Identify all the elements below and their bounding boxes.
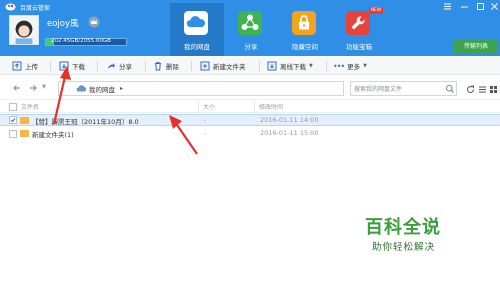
tab-label: 分享	[244, 43, 258, 51]
share-toolbar-icon	[108, 63, 115, 69]
more-label: 更多	[347, 63, 361, 71]
row-checkbox[interactable]	[9, 130, 17, 138]
maximize-icon[interactable]	[476, 2, 485, 11]
select-all-checkbox[interactable]	[9, 103, 17, 111]
table-row[interactable]: 新建文件夹(1) - 2016-01-11 15:00	[0, 128, 500, 140]
checkmark-icon	[10, 118, 16, 123]
file-name[interactable]: 新建文件夹(1)	[32, 129, 74, 139]
more-button[interactable]: ••• 更多 ▼	[333, 60, 367, 72]
offline-download-label: 离线下载	[280, 63, 306, 71]
cloud-icon	[184, 11, 208, 35]
column-header-size[interactable]: 大小	[203, 102, 215, 111]
annotation-arrow-file	[169, 115, 198, 155]
lock-icon	[292, 11, 316, 35]
more-dots-icon: •••	[333, 61, 345, 71]
offline-download-button[interactable]: 离线下载 ▼	[267, 60, 313, 72]
offline-download-icon	[267, 61, 277, 71]
folder-icon	[20, 130, 29, 137]
new-folder-label: 新建文件夹	[213, 63, 246, 71]
upload-label: 上传	[25, 63, 38, 71]
tab-my-disk[interactable]: 我的网盘	[170, 3, 224, 56]
baidu-cloud-logo-icon	[5, 3, 16, 11]
new-badge: NEW	[369, 7, 383, 14]
tab-hidden-space[interactable]: 隐藏空间	[278, 3, 332, 56]
column-header-modified[interactable]: 修改时间	[259, 102, 283, 111]
forward-arrow-icon[interactable]	[28, 83, 38, 93]
tab-label: 我的网盘	[184, 43, 210, 51]
chevron-down-icon: ▼	[363, 63, 368, 69]
delete-label: 删除	[166, 63, 179, 71]
tab-label: 隐藏空间	[292, 43, 318, 51]
share-icon	[238, 11, 262, 35]
avatar[interactable]	[9, 15, 39, 45]
toolbar-divider	[191, 61, 192, 71]
close-icon[interactable]	[490, 2, 499, 11]
watermark-logo-icon	[355, 214, 365, 224]
upload-icon	[12, 61, 22, 71]
file-modified: 2016-01-11 15:00	[260, 129, 319, 137]
refresh-icon[interactable]	[466, 85, 475, 94]
vip-crown-icon[interactable]	[88, 16, 100, 28]
breadcrumb[interactable]: 我的网盘 ▸	[58, 81, 344, 96]
annotation-arrow-download	[52, 66, 71, 125]
upload-button[interactable]: 上传	[12, 60, 38, 72]
app-window: 百度云管家 eojoy風 202.45GB/2055.00GB 我的网盘 分享 …	[0, 0, 500, 285]
tab-toolbox[interactable]: NEW 功能宝箱	[332, 3, 386, 56]
storage-quota-bar: 202.45GB/2055.00GB	[45, 38, 127, 46]
search-icon[interactable]	[445, 84, 455, 94]
wrench-icon	[346, 11, 370, 35]
file-modified: 2016-01-11 14:00	[260, 116, 319, 124]
share-button[interactable]: 分享	[106, 60, 132, 72]
back-arrow-icon[interactable]	[12, 83, 22, 93]
transfer-list-button[interactable]: 传输列表	[454, 40, 498, 54]
search-input[interactable]	[354, 84, 442, 94]
breadcrumb-root[interactable]: 我的网盘	[89, 84, 115, 94]
list-view-icon[interactable]	[478, 85, 487, 94]
toolbar-divider	[259, 61, 260, 71]
toolbar-divider	[326, 61, 327, 71]
watermark-subtitle: 助你轻松解决	[372, 242, 436, 253]
storage-quota-text: 202.45GB/2055.00GB	[51, 38, 111, 44]
share-label: 分享	[119, 63, 132, 71]
chevron-down-icon: ▼	[309, 63, 313, 69]
column-divider	[254, 100, 255, 113]
breadcrumb-chevron-icon[interactable]: ▸	[120, 85, 123, 92]
username: eojoy風	[47, 19, 79, 29]
new-folder-icon	[200, 61, 210, 71]
new-folder-button[interactable]: 新建文件夹	[200, 60, 246, 72]
minimize-icon[interactable]	[460, 2, 469, 11]
search-box[interactable]	[350, 81, 457, 96]
column-header-name[interactable]: 文件名	[21, 102, 39, 111]
toolbar-divider	[97, 61, 98, 71]
delete-button[interactable]: 删除	[153, 60, 179, 72]
tab-label: 功能宝箱	[346, 43, 372, 51]
toolbar-divider	[145, 61, 146, 71]
window-title: 百度云管家	[20, 5, 51, 12]
folder-icon	[20, 117, 29, 124]
grid-view-icon[interactable]	[489, 85, 498, 94]
header-bar: 百度云管家 eojoy風 202.45GB/2055.00GB 我的网盘 分享 …	[0, 0, 500, 56]
row-checkbox[interactable]	[9, 116, 17, 124]
trash-icon	[155, 62, 161, 71]
watermark-title: 百科全说	[365, 217, 441, 238]
menu-icon[interactable]	[443, 2, 452, 11]
tab-share[interactable]: 分享	[224, 3, 278, 56]
